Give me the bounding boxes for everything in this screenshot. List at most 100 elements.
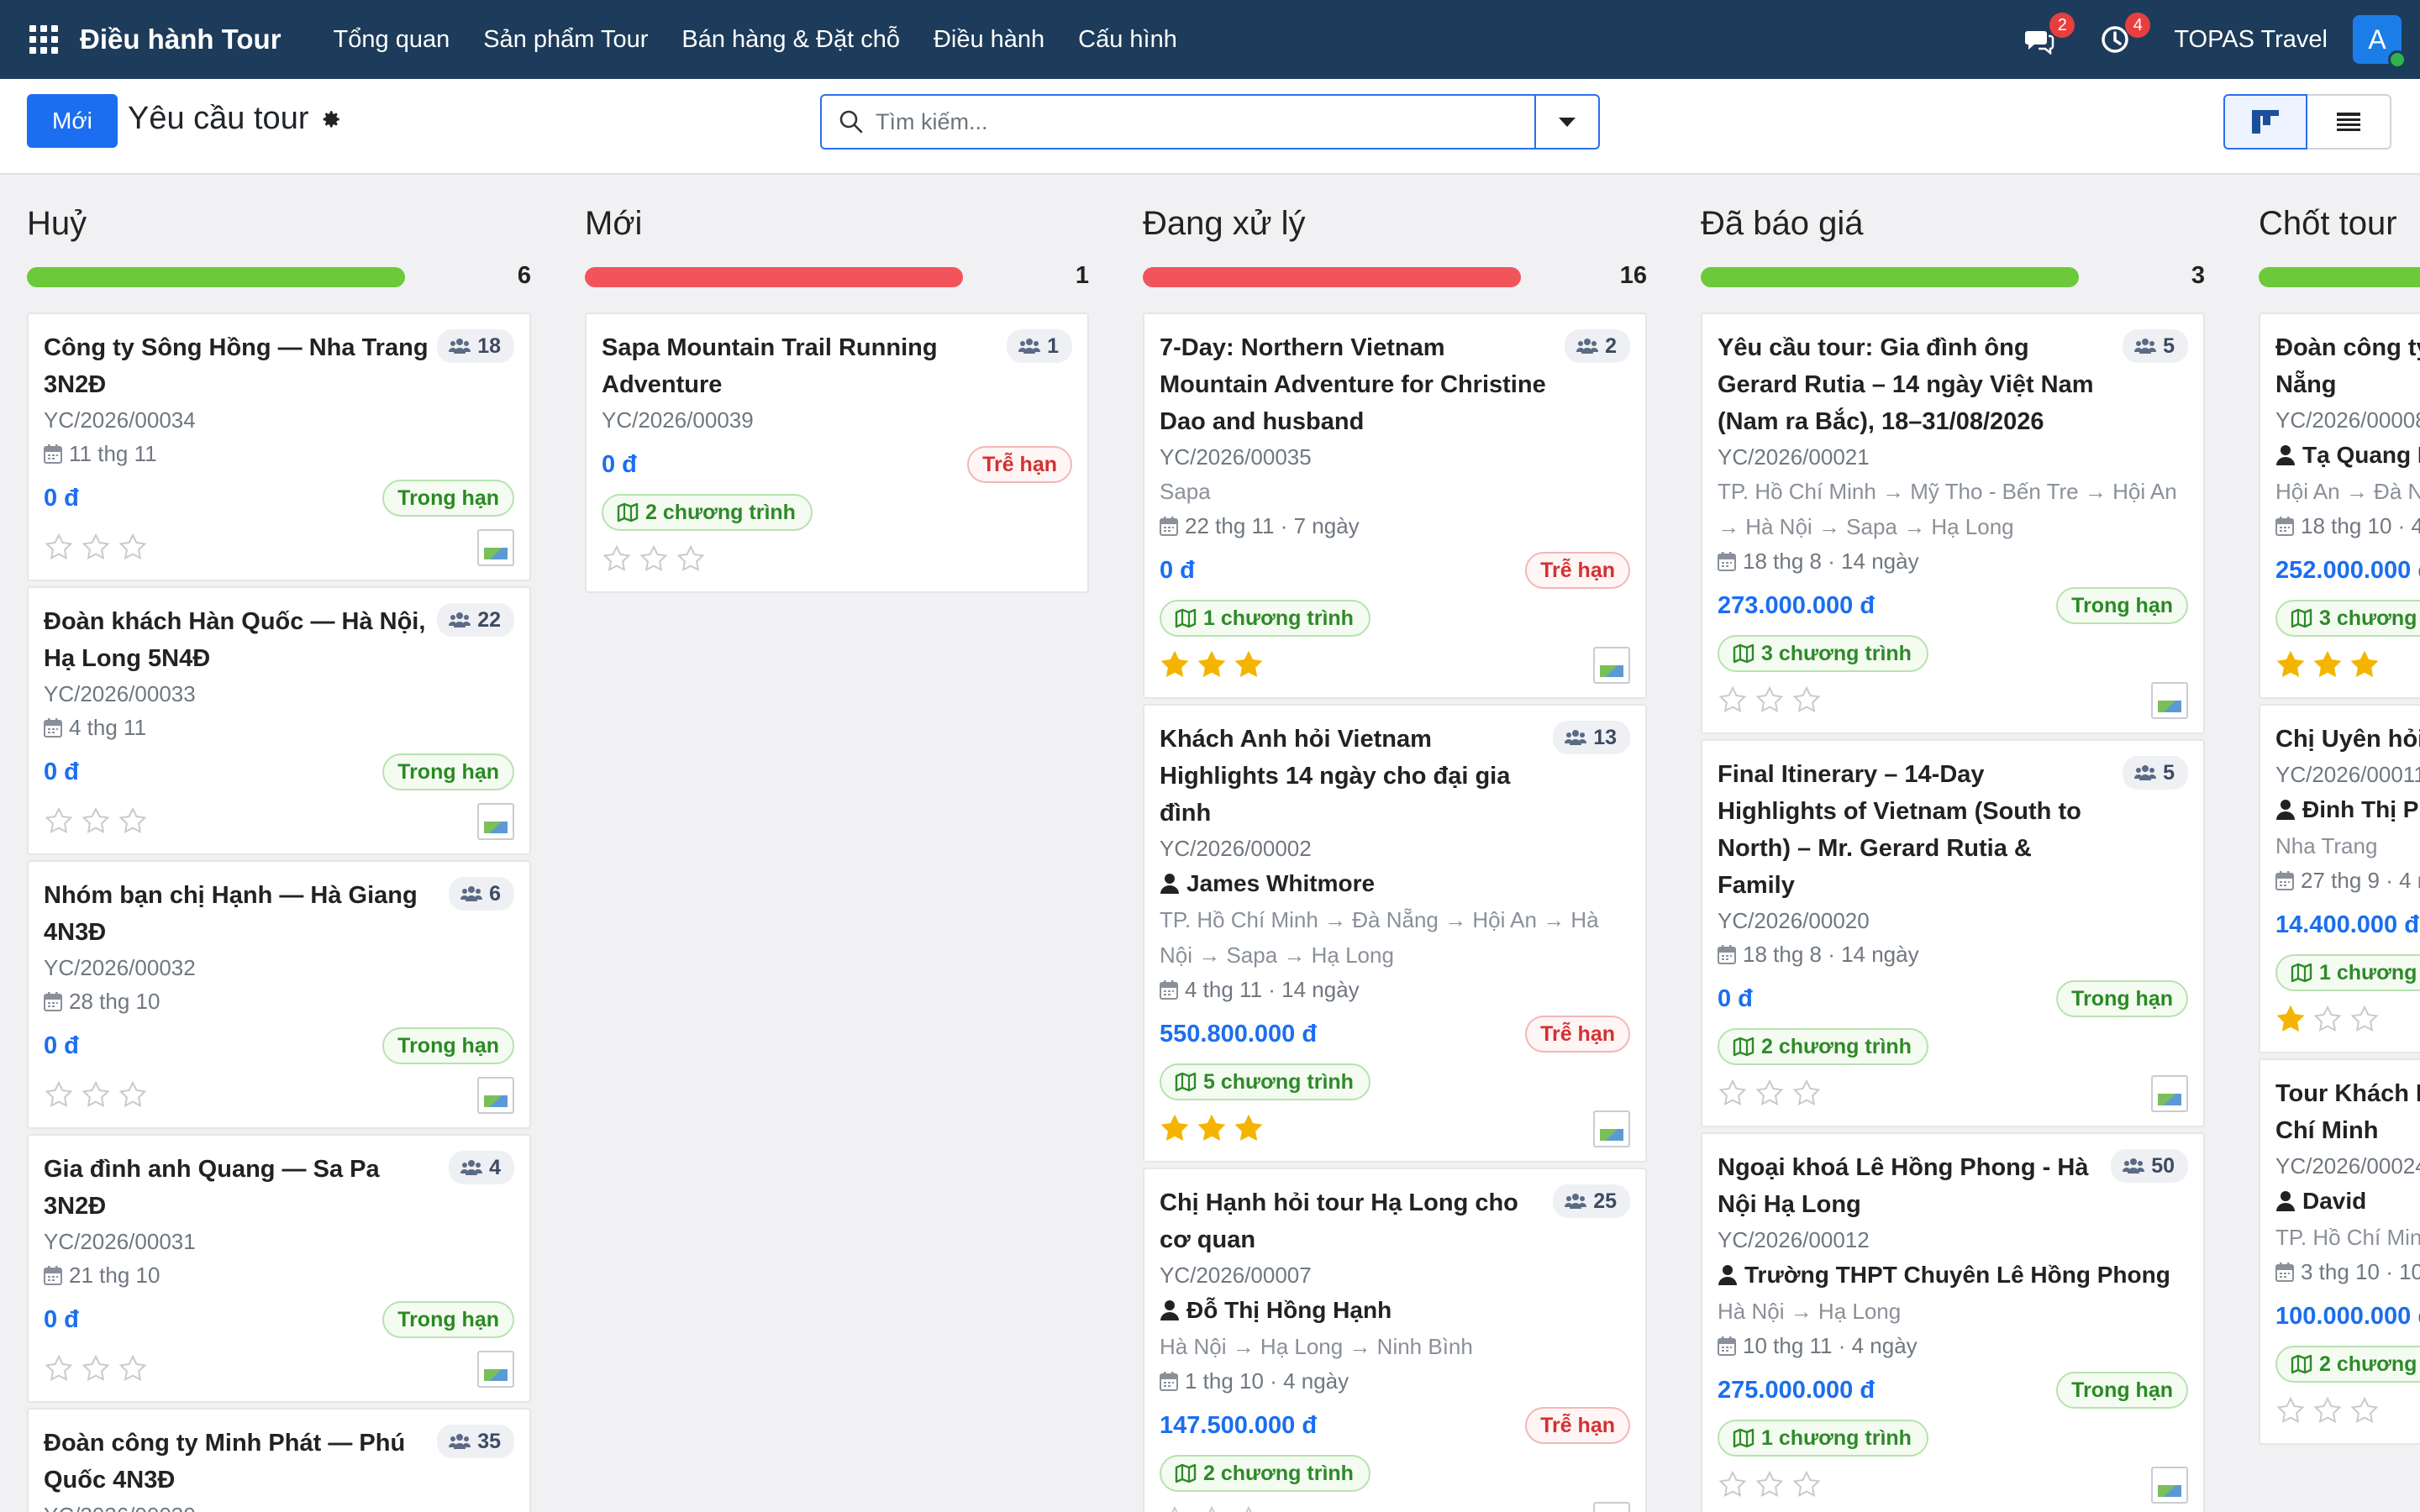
search-input[interactable] (876, 108, 1531, 135)
kanban-card[interactable]: Gia đình anh Quang — Sa Pa 3N2Đ 4 YC/2026/… (27, 1134, 531, 1403)
star-empty-icon[interactable] (1791, 685, 1822, 716)
column-header[interactable]: Mới 1 (585, 175, 1089, 289)
column-progress-bar[interactable] (1701, 267, 2079, 287)
activity-clock-icon[interactable]: 4 (2098, 13, 2151, 56)
star-filled-icon[interactable] (1160, 1114, 1190, 1144)
programs-chip[interactable]: 2 chương trình (1718, 1028, 1928, 1065)
star-empty-icon[interactable] (639, 544, 669, 575)
gear-icon[interactable] (320, 108, 342, 130)
star-empty-icon[interactable] (118, 533, 148, 563)
priority-stars[interactable] (44, 533, 148, 563)
star-empty-icon[interactable] (1197, 1505, 1227, 1512)
star-empty-icon[interactable] (81, 1080, 111, 1110)
search-options-toggle[interactable] (1534, 96, 1598, 148)
priority-stars[interactable] (44, 1354, 148, 1384)
kanban-card[interactable]: Ngoại khoá Lê Hồng Phong - Hà Nội Hạ Lon… (1701, 1132, 2205, 1512)
priority-stars[interactable] (1718, 1079, 1822, 1109)
priority-stars[interactable] (2275, 1005, 2380, 1035)
star-empty-icon[interactable] (2312, 1005, 2343, 1035)
star-empty-icon[interactable] (2349, 1396, 2380, 1426)
star-empty-icon[interactable] (44, 1354, 74, 1384)
column-header[interactable]: Đã báo giá 3 (1701, 175, 2205, 289)
star-empty-icon[interactable] (602, 544, 632, 575)
star-empty-icon[interactable] (676, 544, 706, 575)
priority-stars[interactable] (1718, 685, 1822, 716)
star-empty-icon[interactable] (1754, 685, 1785, 716)
menu-item-config[interactable]: Cấu hình (1061, 26, 1194, 54)
star-filled-icon[interactable] (1197, 1114, 1227, 1144)
star-empty-icon[interactable] (81, 1354, 111, 1384)
app-brand[interactable]: Điều hành Tour (80, 24, 281, 55)
kanban-card[interactable]: Tour Khách Doanh Nghiệp Hồ Chí Minh YC/20… (2259, 1058, 2420, 1445)
programs-chip[interactable]: 2 chương trình (602, 494, 813, 531)
messages-icon[interactable]: 2 (2023, 13, 2075, 56)
star-empty-icon[interactable] (2275, 1396, 2306, 1426)
column-progress-bar[interactable] (1143, 267, 1521, 287)
column-header[interactable]: Đang xử lý 16 (1143, 175, 1647, 289)
star-empty-icon[interactable] (81, 533, 111, 563)
star-empty-icon[interactable] (118, 1354, 148, 1384)
star-empty-icon[interactable] (2349, 1005, 2380, 1035)
priority-stars[interactable] (1160, 1505, 1264, 1512)
column-progress-bar[interactable] (27, 267, 405, 287)
star-empty-icon[interactable] (44, 806, 74, 837)
kanban-card[interactable]: Chị Uyên hỏi tour nghỉ dưỡng YC/2026/0001… (2259, 704, 2420, 1053)
menu-item-sales[interactable]: Bán hàng & Đặt chỗ (665, 26, 917, 54)
priority-stars[interactable] (44, 806, 148, 837)
star-empty-icon[interactable] (118, 806, 148, 837)
kanban-card[interactable]: Công ty Sông Hồng — Nha Trang 3N2Đ 18 YC/2… (27, 312, 531, 581)
star-empty-icon[interactable] (1718, 685, 1748, 716)
priority-stars[interactable] (2275, 650, 2380, 680)
kanban-view-button[interactable] (2223, 94, 2307, 150)
app-grid-icon[interactable] (29, 25, 58, 54)
star-empty-icon[interactable] (44, 533, 74, 563)
kanban-card[interactable]: 7-Day: Northern Vietnam Mountain Adventu… (1143, 312, 1647, 699)
kanban-card[interactable]: Nhóm bạn chị Hạnh — Hà Giang 4N3Đ 6 YC/202… (27, 860, 531, 1129)
programs-chip[interactable]: 5 chương trình (1160, 1063, 1370, 1100)
column-progress-bar[interactable] (2259, 267, 2420, 287)
kanban-card[interactable]: Yêu cầu tour: Gia đình ông Gerard Rutia … (1701, 312, 2205, 734)
programs-chip[interactable]: 3 chương trình (1718, 635, 1928, 672)
column-progress-bar[interactable] (585, 267, 963, 287)
priority-stars[interactable] (1160, 650, 1264, 680)
kanban-card[interactable]: Đoàn công ty Minh Phát — Phú Quốc 4N3Đ 35… (27, 1408, 531, 1512)
star-empty-icon[interactable] (1160, 1505, 1190, 1512)
star-empty-icon[interactable] (81, 806, 111, 837)
star-filled-icon[interactable] (1234, 650, 1264, 680)
star-filled-icon[interactable] (2275, 1005, 2306, 1035)
kanban-card[interactable]: Chị Hạnh hỏi tour Hạ Long cho cơ quan 25 Y… (1143, 1168, 1647, 1512)
star-empty-icon[interactable] (118, 1080, 148, 1110)
company-switcher[interactable]: TOPAS Travel (2174, 26, 2328, 54)
programs-chip[interactable]: 1 chương trình (1718, 1420, 1928, 1457)
kanban-card[interactable]: Đoàn công ty team building Đà Nẵng YC/202… (2259, 312, 2420, 699)
list-view-button[interactable] (2307, 94, 2391, 150)
menu-item-overview[interactable]: Tổng quan (317, 26, 467, 54)
kanban-card[interactable]: Final Itinerary – 14-Day Highlights of V… (1701, 739, 2205, 1127)
star-empty-icon[interactable] (1791, 1470, 1822, 1500)
priority-stars[interactable] (602, 544, 706, 575)
priority-stars[interactable] (44, 1080, 148, 1110)
menu-item-operations[interactable]: Điều hành (917, 26, 1061, 54)
priority-stars[interactable] (2275, 1396, 2380, 1426)
star-filled-icon[interactable] (2349, 650, 2380, 680)
star-empty-icon[interactable] (1718, 1470, 1748, 1500)
priority-stars[interactable] (1160, 1114, 1264, 1144)
star-filled-icon[interactable] (1160, 650, 1190, 680)
programs-chip[interactable]: 1 chương trình (1160, 600, 1370, 637)
kanban-card[interactable]: Sapa Mountain Trail Running Adventure 1 YC… (585, 312, 1089, 593)
priority-stars[interactable] (1718, 1470, 1822, 1500)
user-avatar[interactable]: A (2353, 15, 2407, 69)
kanban-card[interactable]: Đoàn khách Hàn Quốc — Hà Nội, Hạ Long 5N… (27, 586, 531, 855)
programs-chip[interactable]: 2 chương trình (1160, 1455, 1370, 1492)
new-button[interactable]: Mới (27, 94, 118, 148)
menu-item-products[interactable]: Sản phẩm Tour (466, 26, 665, 54)
kanban-card[interactable]: Khách Anh hỏi Vietnam Highlights 14 ngày… (1143, 704, 1647, 1163)
star-empty-icon[interactable] (1234, 1505, 1264, 1512)
star-filled-icon[interactable] (2275, 650, 2306, 680)
star-filled-icon[interactable] (1234, 1114, 1264, 1144)
column-header[interactable]: Huỷ 6 (27, 175, 531, 289)
star-filled-icon[interactable] (2312, 650, 2343, 680)
programs-chip[interactable]: 1 chương trình (2275, 954, 2420, 991)
programs-chip[interactable]: 3 chương trình (2275, 600, 2420, 637)
star-empty-icon[interactable] (1791, 1079, 1822, 1109)
